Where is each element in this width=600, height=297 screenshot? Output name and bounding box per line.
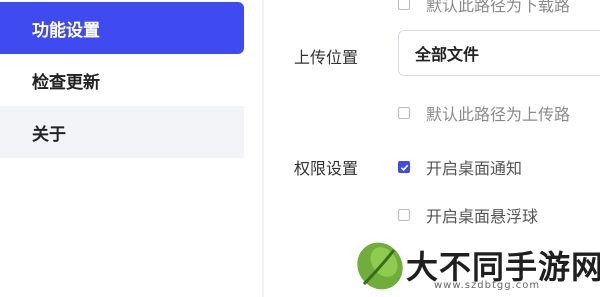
default-upload-path-row[interactable]: 默认此路径为上传路 [398,101,570,125]
upload-location-select[interactable]: 全部文件 [398,30,600,76]
desktop-notify-label: 开启桌面通知 [426,159,523,178]
default-download-path-row[interactable]: 默认此路径为下载路 [398,0,570,16]
upload-location-value: 全部文件 [415,45,480,64]
leaf-logo-icon [357,242,403,290]
sidebar-item-label: 关于 [32,124,66,145]
default-upload-path-checkbox[interactable] [398,107,410,119]
desktop-float-ball-checkbox[interactable] [398,209,410,221]
settings-sidebar: 功能设置 检查更新 关于 [0,0,244,297]
upload-location-label: 上传位置 [294,48,359,67]
sidebar-item-label: 检查更新 [32,72,100,93]
permissions-label: 权限设置 [294,159,359,178]
sidebar-item-check-updates[interactable]: 检查更新 [0,54,244,106]
default-download-path-label: 默认此路径为下载路 [426,0,571,15]
sidebar-item-features[interactable]: 功能设置 [0,2,244,54]
checkmark-icon [400,164,408,171]
default-download-path-checkbox[interactable] [398,0,410,10]
desktop-float-ball-label: 开启桌面悬浮球 [426,207,539,226]
desktop-notify-checkbox[interactable] [398,161,410,173]
sidebar-item-about[interactable]: 关于 [0,106,244,158]
watermark-url: www.szdbtgg.com [434,280,541,291]
desktop-notify-row[interactable]: 开启桌面通知 [398,155,522,179]
sidebar-item-label: 功能设置 [32,20,100,41]
default-upload-path-label: 默认此路径为上传路 [426,105,571,124]
watermark: 大不同手游网 www.szdbtgg.com [350,236,600,297]
desktop-float-ball-row[interactable]: 开启桌面悬浮球 [398,203,538,227]
